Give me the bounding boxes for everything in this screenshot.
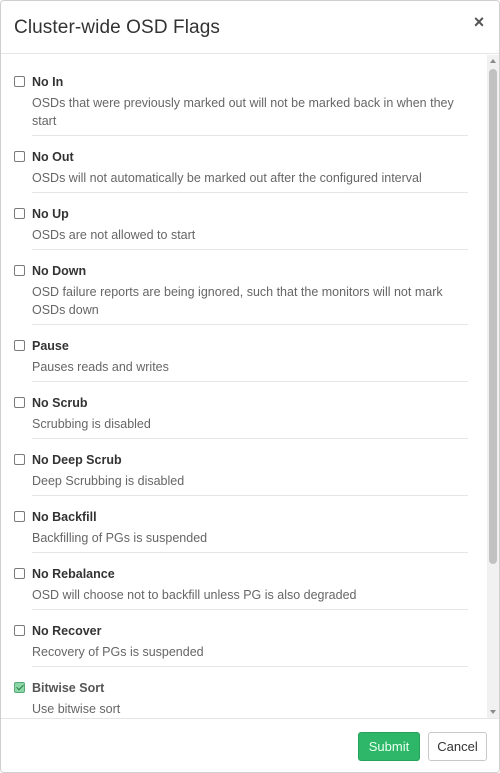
flag-description: Deep Scrubbing is disabled bbox=[32, 474, 185, 488]
flag-label[interactable]: No Out bbox=[32, 150, 74, 164]
dialog-footer: Submit Cancel bbox=[1, 718, 499, 772]
flag-divider bbox=[32, 324, 468, 325]
flag-description: Backfilling of PGs is suspended bbox=[32, 531, 208, 545]
flag-description: Use bitwise sort bbox=[32, 702, 121, 716]
flag-checkbox-no-up[interactable] bbox=[14, 208, 25, 219]
scrollbar-thumb[interactable] bbox=[489, 69, 497, 564]
flag-checkbox-no-down[interactable] bbox=[14, 265, 25, 276]
flag-divider bbox=[32, 192, 468, 193]
flag-checkbox-no-recover[interactable] bbox=[14, 625, 25, 636]
flag-label[interactable]: No Backfill bbox=[32, 510, 97, 524]
flag-checkbox-no-in[interactable] bbox=[14, 76, 25, 87]
flag-label[interactable]: No Scrub bbox=[32, 396, 88, 410]
close-icon[interactable]: × bbox=[471, 13, 487, 31]
flag-description: OSDs will not automatically be marked ou… bbox=[32, 171, 422, 185]
osd-flags-dialog: Cluster-wide OSD Flags × No In OSDs that… bbox=[0, 0, 500, 773]
scrollbar[interactable] bbox=[487, 55, 499, 718]
flag-label[interactable]: No Down bbox=[32, 264, 86, 278]
flag-label[interactable]: No Deep Scrub bbox=[32, 453, 122, 467]
flag-checkbox-no-backfill[interactable] bbox=[14, 511, 25, 522]
flag-divider bbox=[32, 249, 468, 250]
flag-description: Recovery of PGs is suspended bbox=[32, 645, 204, 659]
submit-button[interactable]: Submit bbox=[358, 732, 420, 761]
flag-description: OSD failure reports are being ignored, s… bbox=[32, 285, 443, 317]
scroll-down-arrow-icon[interactable] bbox=[490, 710, 496, 714]
flag-label[interactable]: No Up bbox=[32, 207, 69, 221]
flag-divider bbox=[32, 135, 468, 136]
flag-checkbox-no-rebalance[interactable] bbox=[14, 568, 25, 579]
flag-divider bbox=[32, 438, 468, 439]
flag-checkbox-no-out[interactable] bbox=[14, 151, 25, 162]
flag-description: Scrubbing is disabled bbox=[32, 417, 151, 431]
flag-label[interactable]: No Recover bbox=[32, 624, 101, 638]
dialog-title: Cluster-wide OSD Flags bbox=[14, 17, 220, 38]
flag-divider bbox=[32, 609, 468, 610]
flag-checkbox-no-deep-scrub[interactable] bbox=[14, 454, 25, 465]
dialog-header: Cluster-wide OSD Flags × bbox=[1, 1, 499, 54]
flag-checkbox-bitwise-sort[interactable] bbox=[14, 682, 25, 693]
dialog-body[interactable]: No In OSDs that were previously marked o… bbox=[1, 55, 499, 718]
flag-description: OSDs that were previously marked out wil… bbox=[32, 96, 454, 128]
flag-checkbox-pause[interactable] bbox=[14, 340, 25, 351]
flag-divider bbox=[32, 381, 468, 382]
scroll-up-arrow-icon[interactable] bbox=[490, 59, 496, 63]
flag-description: Pauses reads and writes bbox=[32, 360, 169, 374]
flag-description: OSDs are not allowed to start bbox=[32, 228, 196, 242]
flag-divider bbox=[32, 495, 468, 496]
cancel-button[interactable]: Cancel bbox=[428, 732, 487, 761]
flag-label[interactable]: Pause bbox=[32, 339, 69, 353]
flag-divider bbox=[32, 666, 468, 667]
flag-divider bbox=[32, 552, 468, 553]
flag-label[interactable]: Bitwise Sort bbox=[32, 681, 104, 695]
flag-label[interactable]: No Rebalance bbox=[32, 567, 115, 581]
flag-checkbox-no-scrub[interactable] bbox=[14, 397, 25, 408]
flag-label[interactable]: No In bbox=[32, 75, 63, 89]
flag-description: OSD will choose not to backfill unless P… bbox=[32, 588, 357, 602]
